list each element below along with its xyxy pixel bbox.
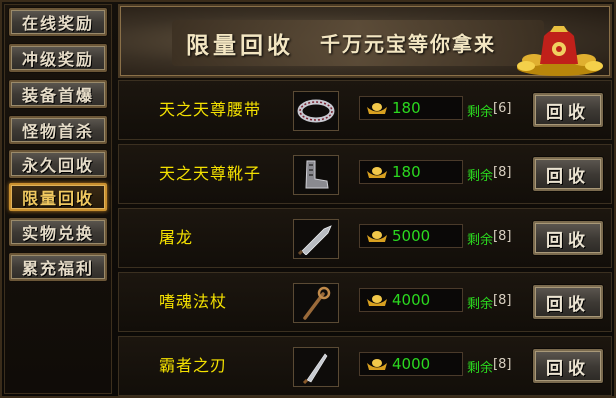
- remain-label: 剩余: [467, 361, 494, 376]
- item-name: 屠龙: [159, 228, 194, 247]
- sidebar-item-physical-exchange[interactable]: 实物兑换: [9, 218, 107, 246]
- sidebar-item-permanent-recycle[interactable]: 永久回收: [9, 150, 107, 178]
- staff-icon: [293, 283, 339, 323]
- sidebar-item-online-reward[interactable]: 在线奖励: [9, 8, 107, 36]
- gold-ingot-icon: [367, 295, 387, 306]
- item-price: 180: [392, 163, 421, 181]
- item-price: 4000: [392, 291, 431, 309]
- item-row: 屠龙 5000 剩余 [8] 回收: [118, 208, 612, 268]
- banner: 限量回收 千万元宝等你拿来: [118, 4, 612, 78]
- remain-count: [8]: [493, 357, 512, 372]
- sidebar-item-monster-first-kill[interactable]: 怪物首杀: [9, 116, 107, 144]
- remain-count: [8]: [493, 165, 512, 180]
- remain-count: [8]: [493, 229, 512, 244]
- price-box: 4000: [359, 288, 463, 312]
- sidebar: 在线奖励 冲级奖励 装备首爆 怪物首杀 永久回收 限量回收 实物兑换 累充福利: [4, 4, 112, 394]
- remain-count: [8]: [493, 293, 512, 308]
- blade-icon: [293, 347, 339, 387]
- item-row: 天之天尊靴子 180 剩余 [8] 回收: [118, 144, 612, 204]
- sidebar-item-limited-recycle[interactable]: 限量回收: [9, 183, 107, 211]
- price-box: 180: [359, 96, 463, 120]
- recycle-button[interactable]: 回收: [533, 221, 603, 255]
- item-price: 180: [392, 99, 421, 117]
- recycle-button[interactable]: 回收: [533, 93, 603, 127]
- gold-ingot-icon: [367, 167, 387, 178]
- recycle-button[interactable]: 回收: [533, 349, 603, 383]
- sword-icon: [293, 219, 339, 259]
- banner-subtitle: 千万元宝等你拿来: [320, 32, 496, 56]
- remain-label: 剩余: [467, 105, 494, 120]
- gold-ingot-icon: [367, 103, 387, 114]
- item-price: 4000: [392, 355, 431, 373]
- boots-icon: [293, 155, 339, 195]
- gold-ingot-icon: [367, 359, 387, 370]
- recycle-button[interactable]: 回收: [533, 157, 603, 191]
- item-row: 霸者之刃 4000 剩余 [8] 回收: [118, 336, 612, 396]
- item-price: 5000: [392, 227, 431, 245]
- item-row: 天之天尊腰带 180 剩余 [6] 回收: [118, 80, 612, 140]
- sidebar-item-equip-first-drop[interactable]: 装备首爆: [9, 80, 107, 108]
- sidebar-item-level-reward[interactable]: 冲级奖励: [9, 44, 107, 72]
- sidebar-item-recharge-benefits[interactable]: 累充福利: [9, 253, 107, 281]
- banner-title: 限量回收: [186, 32, 294, 59]
- gold-ingot-icon: [367, 231, 387, 242]
- belt-icon: [293, 91, 339, 131]
- item-name: 天之天尊靴子: [159, 164, 262, 183]
- price-box: 5000: [359, 224, 463, 248]
- price-box: 4000: [359, 352, 463, 376]
- recycle-button[interactable]: 回收: [533, 285, 603, 319]
- item-name: 嗜魂法杖: [159, 292, 228, 311]
- remain-label: 剩余: [467, 297, 494, 312]
- remain-label: 剩余: [467, 169, 494, 184]
- item-row: 嗜魂法杖 4000 剩余 [8] 回收: [118, 272, 612, 332]
- remain-count: [6]: [493, 101, 512, 116]
- treasure-icon: [517, 26, 603, 76]
- item-name: 天之天尊腰带: [159, 100, 262, 119]
- price-box: 180: [359, 160, 463, 184]
- item-name: 霸者之刃: [159, 356, 228, 375]
- remain-label: 剩余: [467, 233, 494, 248]
